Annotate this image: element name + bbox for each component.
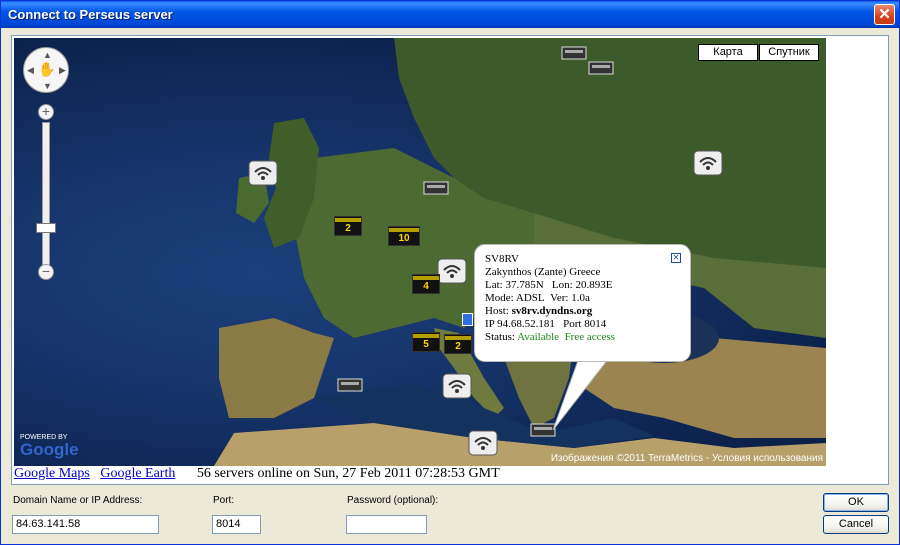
server-info-popup: ✕ SV8RV Zakynthos (Zante) Greece Lat: 37… — [474, 244, 691, 362]
zoom-slider-handle[interactable] — [36, 223, 56, 233]
servers-online-status: 56 servers online on Sun, 27 Feb 2011 07… — [196, 466, 500, 481]
password-input[interactable] — [346, 515, 427, 534]
pan-control[interactable]: ▲ ▼ ◀ ▶ ✋ — [23, 47, 69, 93]
close-button[interactable]: ✕ — [874, 4, 895, 25]
wifi-marker-icon[interactable] — [468, 430, 498, 456]
zoom-out-button[interactable]: − — [38, 264, 54, 280]
selected-location-pin-icon[interactable] — [462, 313, 473, 326]
server-marker-icon[interactable] — [587, 58, 615, 76]
wifi-marker-icon[interactable] — [693, 150, 723, 176]
popup-status: Status: Available Free access — [485, 331, 615, 343]
popup-close-icon[interactable]: ✕ — [671, 253, 681, 263]
google-earth-link[interactable]: Google Earth — [100, 466, 175, 481]
server-cluster-marker[interactable]: 2 — [334, 216, 362, 236]
map-attribution[interactable]: Изображения ©2011 TerraMetrics - Условия… — [551, 453, 823, 464]
title-bar[interactable]: Connect to Perseus server ✕ — [1, 1, 899, 28]
close-icon: ✕ — [878, 6, 891, 23]
cancel-button[interactable]: Cancel — [823, 515, 889, 534]
popup-callsign: SV8RV — [485, 253, 519, 265]
server-marker-icon[interactable] — [422, 178, 450, 196]
popup-ip-port: IP 94.68.52.181 Port 8014 — [485, 318, 607, 330]
popup-tail — [552, 358, 610, 430]
map-browser-panel: Карта Спутник ▲ ▼ ◀ ▶ ✋ + − 2 10 4 5 2 ✕… — [11, 35, 889, 485]
pan-up-icon[interactable]: ▲ — [43, 50, 52, 60]
popup-host: Host: sv8rv.dyndns.org — [485, 305, 593, 317]
domain-label: Domain Name or IP Address: — [13, 495, 143, 506]
server-cluster-marker[interactable]: 2 — [444, 334, 472, 354]
map-terrain — [214, 38, 826, 466]
server-cluster-marker[interactable]: 4 — [412, 274, 440, 294]
port-label: Port: — [213, 495, 235, 506]
pan-left-icon[interactable]: ◀ — [27, 65, 34, 76]
map-type-satellite-button[interactable]: Спутник — [759, 44, 819, 61]
zoom-in-button[interactable]: + — [38, 104, 54, 120]
ok-button[interactable]: OK — [823, 493, 889, 512]
popup-mode: Mode: ADSL Ver: 1.0a — [485, 292, 590, 304]
dialog-window: Connect to Perseus server ✕ Карта Спутни… — [0, 0, 900, 545]
password-label: Password (optional): — [347, 495, 439, 506]
wifi-marker-icon[interactable] — [442, 373, 472, 399]
domain-input[interactable]: 84.63.141.58 — [12, 515, 159, 534]
server-cluster-marker[interactable]: 10 — [388, 226, 420, 246]
popup-coordinates: Lat: 37.785N Lon: 20.893E — [485, 279, 613, 291]
map-type-map-button[interactable]: Карта — [698, 44, 758, 61]
map-status-bar: Google Maps Google Earth 56 servers onli… — [14, 466, 826, 484]
server-cluster-marker[interactable]: 5 — [412, 332, 440, 352]
server-marker-icon[interactable] — [336, 375, 364, 393]
pan-down-icon[interactable]: ▼ — [43, 81, 52, 91]
google-logo[interactable]: Google — [20, 440, 79, 460]
map-view[interactable]: Карта Спутник ▲ ▼ ◀ ▶ ✋ + − 2 10 4 5 2 ✕… — [14, 38, 826, 466]
server-marker-icon[interactable] — [560, 43, 588, 61]
wifi-marker-icon[interactable] — [437, 258, 467, 284]
google-maps-link[interactable]: Google Maps — [14, 466, 90, 481]
port-input[interactable]: 8014 — [212, 515, 261, 534]
wifi-marker-icon[interactable] — [248, 160, 278, 186]
zoom-slider-track[interactable] — [42, 122, 50, 268]
popup-location: Zakynthos (Zante) Greece — [485, 266, 601, 278]
window-title: Connect to Perseus server — [8, 7, 173, 22]
pan-right-icon[interactable]: ▶ — [59, 65, 66, 76]
hand-icon: ✋ — [38, 61, 56, 77]
